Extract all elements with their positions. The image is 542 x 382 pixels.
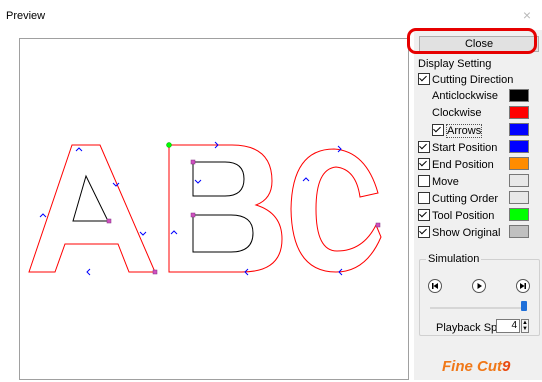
simulation-slider-thumb[interactable] [521, 301, 527, 311]
end-position-label: End Position [432, 159, 494, 171]
simulation-slider-track[interactable] [430, 307, 526, 309]
arrows-checkbox[interactable] [432, 124, 444, 136]
letter-c-outline [290, 148, 382, 273]
cutting-order-label: Cutting Order [432, 193, 499, 205]
move-color-swatch[interactable] [509, 174, 529, 187]
cutting-order-row[interactable]: Cutting Order [418, 192, 498, 205]
settings-panel: Close Display Setting Cutting Direction … [407, 28, 542, 380]
letter-b-outline [168, 144, 283, 273]
cutting-direction-checkbox[interactable] [418, 73, 430, 85]
simulation-group: Simulation Playback Speed 4 ▲ ▼ [419, 253, 540, 336]
show-original-row[interactable]: Show Original [418, 226, 500, 239]
skip-to-start-icon[interactable] [428, 279, 442, 293]
tool-position-checkbox[interactable] [418, 209, 430, 221]
preview-canvas [19, 38, 409, 380]
end-position-checkbox[interactable] [418, 158, 430, 170]
play-icon[interactable] [472, 279, 486, 293]
clockwise-label: Clockwise [432, 107, 482, 119]
simulation-heading: Simulation [426, 253, 482, 265]
tool-position-row[interactable]: Tool Position [418, 209, 494, 222]
letter-a-outline [28, 144, 156, 273]
end-position-row[interactable]: End Position [418, 158, 494, 171]
start-marker-a-outer [152, 269, 158, 275]
preview-drawing [28, 141, 382, 276]
start-marker-b-top [190, 159, 196, 165]
show-original-label: Show Original [432, 227, 501, 239]
end-position-color-swatch[interactable] [509, 157, 529, 170]
skip-to-end-icon[interactable] [516, 279, 530, 293]
arrows-row[interactable]: Arrows [432, 124, 483, 138]
cutting-order-checkbox[interactable] [418, 192, 430, 204]
title-bar: Preview × [0, 0, 542, 30]
tool-position-marker [166, 142, 172, 148]
playback-speed-spinner[interactable]: ▲ ▼ [521, 319, 529, 333]
arrows-label: Arrows [446, 124, 483, 138]
cutting-order-color-swatch[interactable] [509, 191, 529, 204]
start-marker-b [190, 212, 196, 218]
move-label: Move [432, 176, 459, 188]
playback-speed-input[interactable]: 4 [496, 319, 520, 333]
letter-b-inner-top [192, 161, 245, 197]
start-position-color-swatch[interactable] [509, 140, 529, 153]
clockwise-color-swatch[interactable] [509, 106, 529, 119]
close-button[interactable]: Close [419, 36, 539, 52]
start-position-checkbox[interactable] [418, 141, 430, 153]
start-marker-c [375, 222, 381, 228]
start-position-row[interactable]: Start Position [418, 141, 497, 154]
display-setting-heading: Display Setting [418, 58, 492, 70]
arrows-color-swatch[interactable] [509, 123, 529, 136]
show-original-checkbox[interactable] [418, 226, 430, 238]
window-title: Preview [6, 10, 46, 22]
tool-position-color-swatch[interactable] [509, 208, 529, 221]
start-position-label: Start Position [432, 142, 498, 154]
logo-text: Fine Cut [442, 358, 502, 375]
move-row[interactable]: Move [418, 175, 459, 188]
letter-a-inner [72, 174, 109, 222]
cutting-direction-label: Cutting Direction [432, 74, 514, 86]
letter-b-inner-bottom [192, 214, 254, 253]
anticlockwise-color-swatch[interactable] [509, 89, 529, 102]
move-checkbox[interactable] [418, 175, 430, 187]
cutting-direction-row[interactable]: Cutting Direction [418, 73, 513, 86]
window-close-icon[interactable]: × [518, 6, 536, 24]
show-original-color-swatch[interactable] [509, 225, 529, 238]
finecut-logo: Fine Cut9 [442, 358, 510, 375]
anticlockwise-label: Anticlockwise [432, 90, 499, 102]
tool-position-label: Tool Position [432, 210, 495, 222]
logo-number: 9 [502, 358, 511, 375]
start-marker-a [106, 218, 112, 224]
